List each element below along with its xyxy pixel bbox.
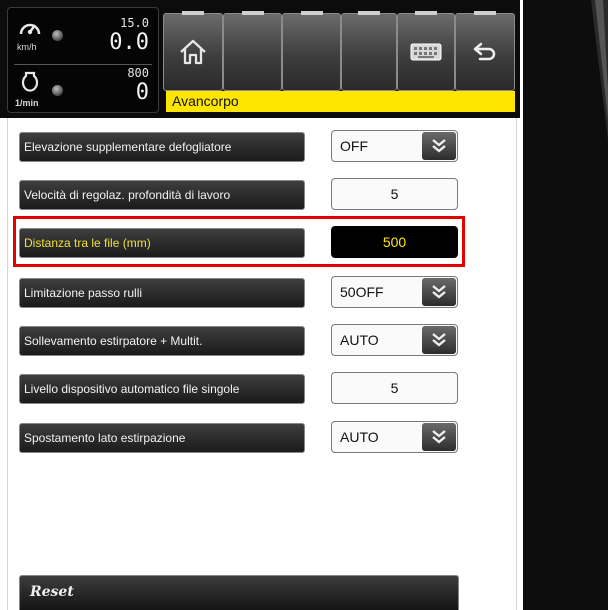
setting-select-roller-pitch[interactable]: 50OFF <box>331 276 458 308</box>
chevron-down-icon[interactable] <box>422 278 456 306</box>
setting-select-side-shift[interactable]: AUTO <box>331 421 458 453</box>
toolbar-button-3[interactable] <box>282 11 341 91</box>
setting-label-roller-pitch[interactable]: Limitazione passo rulli <box>19 278 305 308</box>
select-value: AUTO <box>340 332 379 348</box>
speed-unit: km/h <box>17 42 37 52</box>
button-notch <box>415 11 437 15</box>
button-notch <box>474 11 496 15</box>
select-value: AUTO <box>340 429 379 445</box>
rpm-value: 0 <box>135 80 149 105</box>
select-value: OFF <box>340 138 368 154</box>
reset-label: Reset <box>30 584 74 600</box>
speed-value: 0.0 <box>109 30 149 55</box>
rpm-max: 800 <box>127 66 149 80</box>
toolbar <box>163 11 515 91</box>
speed-max: 15.0 <box>120 16 149 30</box>
setting-label-row-spacing[interactable]: Distanza tra le file (mm) <box>19 228 305 258</box>
reset-button[interactable]: Reset <box>19 575 459 610</box>
toolbar-button-4[interactable] <box>341 11 397 91</box>
keyboard-button[interactable] <box>397 11 455 91</box>
rpm-unit: 1/min <box>15 98 39 108</box>
button-notch <box>358 11 380 15</box>
rpm-indicator-led <box>52 85 63 96</box>
setting-label-depth-speed[interactable]: Velocità di regolaz. profondità di lavor… <box>19 180 305 210</box>
status-gauges: km/h 15.0 0.0 1/min 800 0 <box>7 7 159 113</box>
chevron-down-icon[interactable] <box>422 132 456 160</box>
setting-label-cultivator-lift[interactable]: Sollevamento estirpatore + Multit. <box>19 326 305 356</box>
button-notch <box>241 11 264 15</box>
setting-value-single-row-level[interactable]: 5 <box>331 372 458 404</box>
setting-label-defoliator-lift[interactable]: Elevazione supplementare defogliatore <box>19 132 305 162</box>
home-button[interactable] <box>163 11 223 91</box>
setting-select-defoliator-lift[interactable]: OFF <box>331 130 458 162</box>
gauge-divider <box>14 64 152 65</box>
chevron-down-icon[interactable] <box>422 326 456 354</box>
chevron-down-icon[interactable] <box>422 423 456 451</box>
engine-icon <box>20 71 40 97</box>
setting-select-cultivator-lift[interactable]: AUTO <box>331 324 458 356</box>
panel-shine <box>591 0 608 140</box>
speed-indicator-led <box>52 30 63 41</box>
button-notch <box>300 11 323 15</box>
setting-label-side-shift[interactable]: Spostamento lato estirpazione <box>19 423 305 453</box>
setting-value-row-spacing[interactable]: 500 <box>331 226 458 258</box>
breadcrumb: Avancorpo <box>166 91 515 112</box>
right-side-panel <box>523 0 608 610</box>
setting-value-depth-speed[interactable]: 5 <box>331 178 458 210</box>
back-button[interactable] <box>455 11 515 91</box>
setting-label-single-row-level[interactable]: Livello dispositivo automatico file sing… <box>19 374 305 404</box>
speedometer-icon <box>18 17 42 43</box>
select-value: 50OFF <box>340 284 384 300</box>
button-notch <box>182 11 204 15</box>
toolbar-button-2[interactable] <box>223 11 282 91</box>
